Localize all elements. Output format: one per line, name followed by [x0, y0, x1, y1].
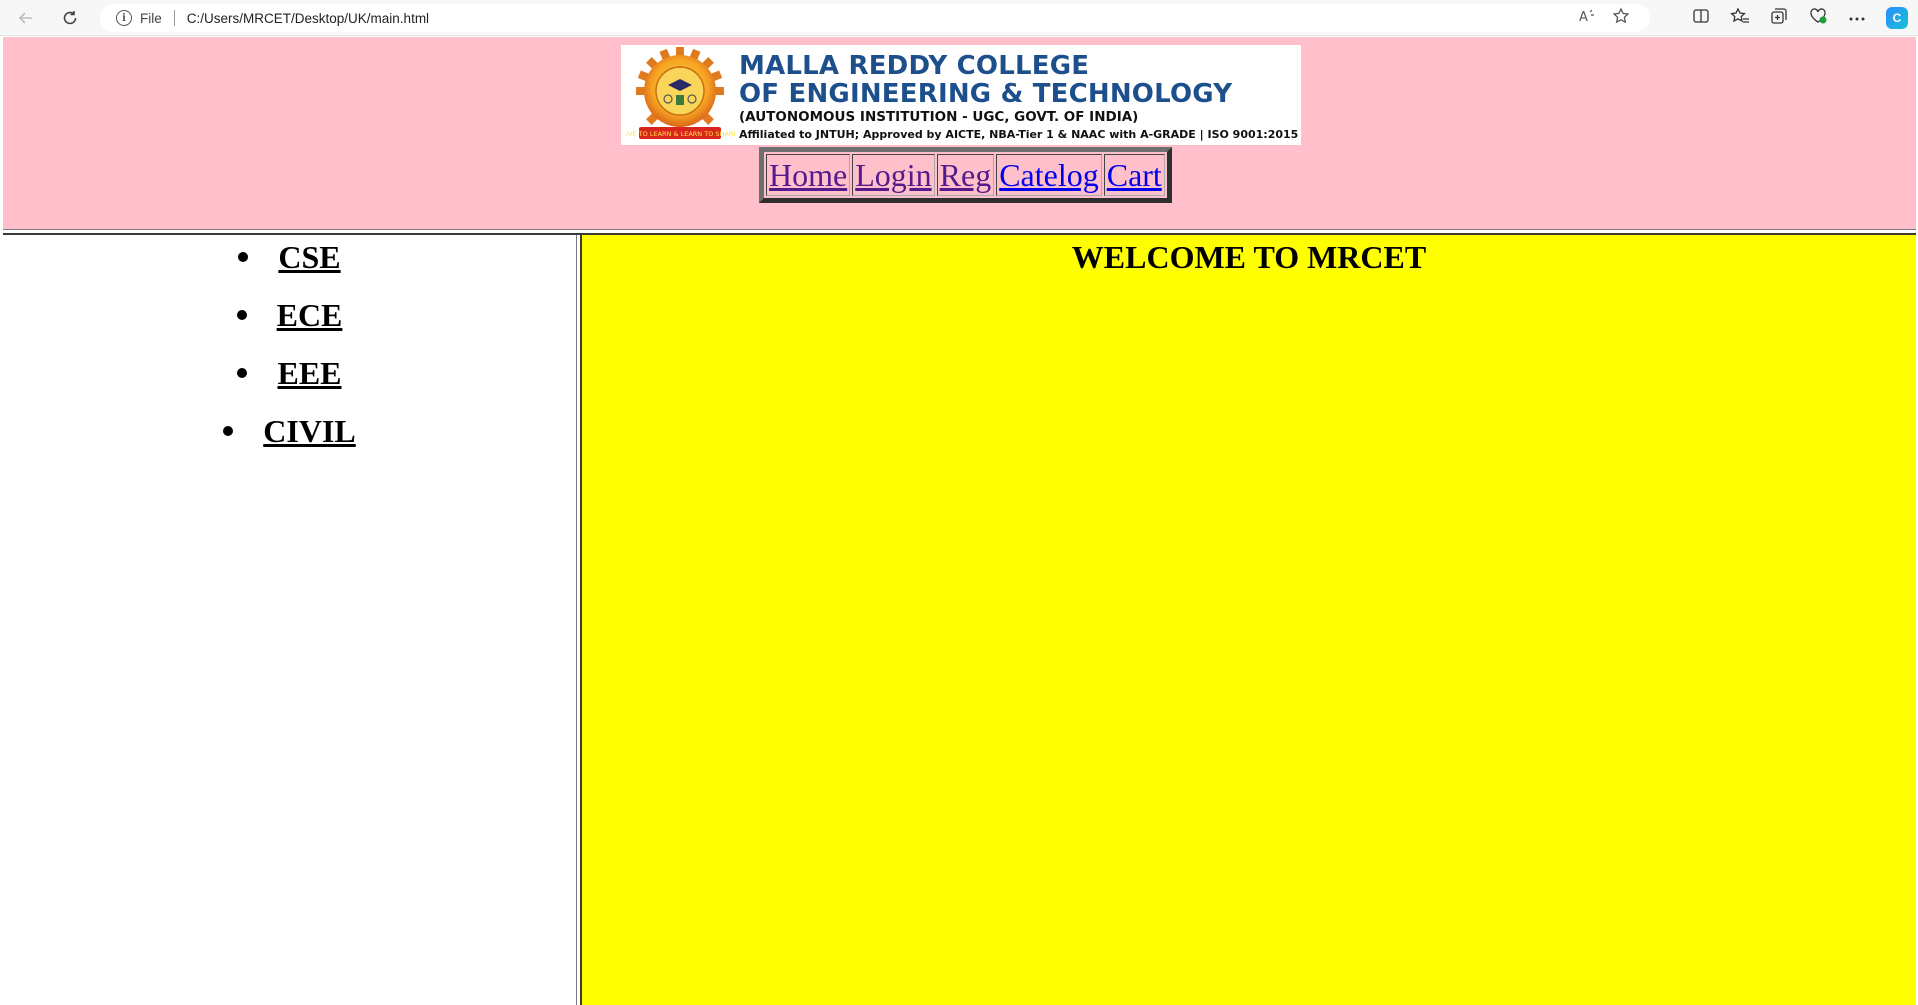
menu-link-reg[interactable]: Reg: [940, 157, 992, 193]
address-tools: A: [1578, 4, 1630, 32]
bullet-icon: [237, 367, 248, 378]
list-item: EEE: [3, 355, 576, 413]
college-emblem-icon: LIVE TO LEARN & LEARN TO SHARE: [625, 47, 735, 139]
browser-essentials-icon[interactable]: [1808, 7, 1828, 30]
list-item: CIVIL: [3, 413, 576, 471]
menu-link-catelog[interactable]: Catelog: [999, 157, 1099, 193]
logo-motto: LIVE TO LEARN & LEARN TO SHARE: [625, 130, 735, 138]
departments-frame: CSE ECE EEE CIVIL: [3, 235, 576, 1005]
read-aloud-icon[interactable]: A: [1578, 8, 1596, 28]
info-icon[interactable]: i: [116, 10, 132, 26]
bullet-icon: [223, 425, 234, 436]
top-menu: Home Login Reg Catelog Cart: [759, 147, 1172, 203]
dept-link-cse[interactable]: CSE: [278, 239, 340, 275]
menu-link-cart[interactable]: Cart: [1107, 157, 1162, 193]
departments-list: CSE ECE EEE CIVIL: [3, 239, 576, 471]
list-item: CSE: [3, 239, 576, 297]
svg-text:A: A: [1579, 10, 1588, 24]
menu-cell-reg: Reg: [936, 154, 995, 196]
main-frame: WELCOME TO MRCET: [582, 235, 1916, 1005]
address-bar[interactable]: i File C:/Users/MRCET/Desktop/UK/main.ht…: [100, 4, 1650, 32]
menu-link-login[interactable]: Login: [855, 157, 931, 193]
copilot-icon[interactable]: C: [1886, 7, 1908, 29]
college-name-line1: MALLA REDDY COLLEGE: [739, 51, 1090, 81]
split-screen-icon[interactable]: [1692, 7, 1710, 30]
back-arrow-icon[interactable]: [12, 4, 40, 32]
collections-icon[interactable]: [1770, 7, 1788, 30]
dept-link-eee[interactable]: EEE: [277, 355, 341, 391]
refresh-icon[interactable]: [56, 4, 84, 32]
dept-link-ece[interactable]: ECE: [277, 297, 343, 333]
browser-toolbar: i File C:/Users/MRCET/Desktop/UK/main.ht…: [0, 0, 1918, 36]
address-separator: [173, 10, 175, 26]
menu-link-home[interactable]: Home: [769, 157, 847, 193]
bullet-icon: [238, 251, 249, 262]
list-item: ECE: [3, 297, 576, 355]
college-name-line2: OF ENGINEERING & TECHNOLOGY: [739, 79, 1233, 109]
menu-cell-cart: Cart: [1103, 154, 1165, 196]
bullet-icon: [236, 309, 247, 320]
menu-cell-login: Login: [852, 154, 935, 196]
menu-cell-home: Home: [766, 154, 851, 196]
college-status-line: (AUTONOMOUS INSTITUTION - UGC, GOVT. OF …: [739, 109, 1139, 125]
url-text[interactable]: C:/Users/MRCET/Desktop/UK/main.html: [187, 11, 429, 26]
welcome-heading: WELCOME TO MRCET: [1071, 239, 1427, 275]
menu-cell-catelog: Catelog: [996, 154, 1102, 196]
browser-right-tools: C: [1692, 4, 1908, 32]
star-icon[interactable]: [1612, 7, 1630, 29]
more-icon[interactable]: [1848, 9, 1866, 27]
favorites-icon[interactable]: [1730, 7, 1750, 30]
college-affiliation-line: Affiliated to JNTUH; Approved by AICTE, …: [739, 128, 1299, 141]
page-viewport: LIVE TO LEARN & LEARN TO SHARE MALLA RED…: [3, 37, 1916, 1005]
college-logo: LIVE TO LEARN & LEARN TO SHARE MALLA RED…: [621, 45, 1301, 145]
header-frame: LIVE TO LEARN & LEARN TO SHARE MALLA RED…: [3, 37, 1916, 229]
scheme-label: File: [140, 10, 162, 26]
dept-link-civil[interactable]: CIVIL: [263, 413, 355, 449]
